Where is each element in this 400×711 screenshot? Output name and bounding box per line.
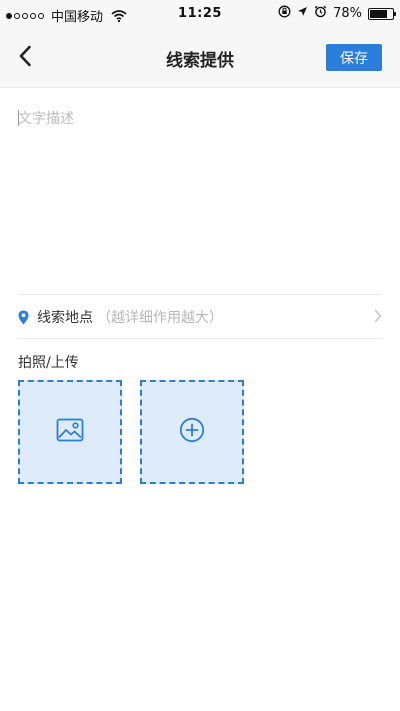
battery-icon [368,7,396,20]
location-row[interactable]: 线索地点 （越详细作用越大） [18,296,382,338]
divider-bottom [18,338,382,339]
location-arrow-icon [297,6,308,21]
plus-circle-icon [179,417,205,447]
photo-upload-tile[interactable] [18,380,122,484]
chevron-right-icon [374,309,382,323]
map-pin-icon [18,310,29,325]
save-button[interactable]: 保存 [326,44,382,71]
navigation-bar: 线索提供 保存 [0,28,400,88]
add-photo-button[interactable] [140,380,244,484]
location-hint: （越详细作用越大） [97,310,223,326]
description-area [18,100,382,290]
status-right: 78% [278,5,396,22]
orientation-lock-icon [278,5,291,22]
text-caret [18,110,19,126]
upload-label: 拍照/上传 [18,355,79,371]
alarm-icon [314,5,327,22]
battery-level [370,9,388,18]
description-input[interactable] [18,100,382,290]
status-bar: 中国移动 11:25 78% [0,0,400,28]
location-label: 线索地点 [37,310,93,326]
battery-percent: 78% [333,6,362,21]
image-icon [56,418,84,446]
divider-top [18,294,382,295]
